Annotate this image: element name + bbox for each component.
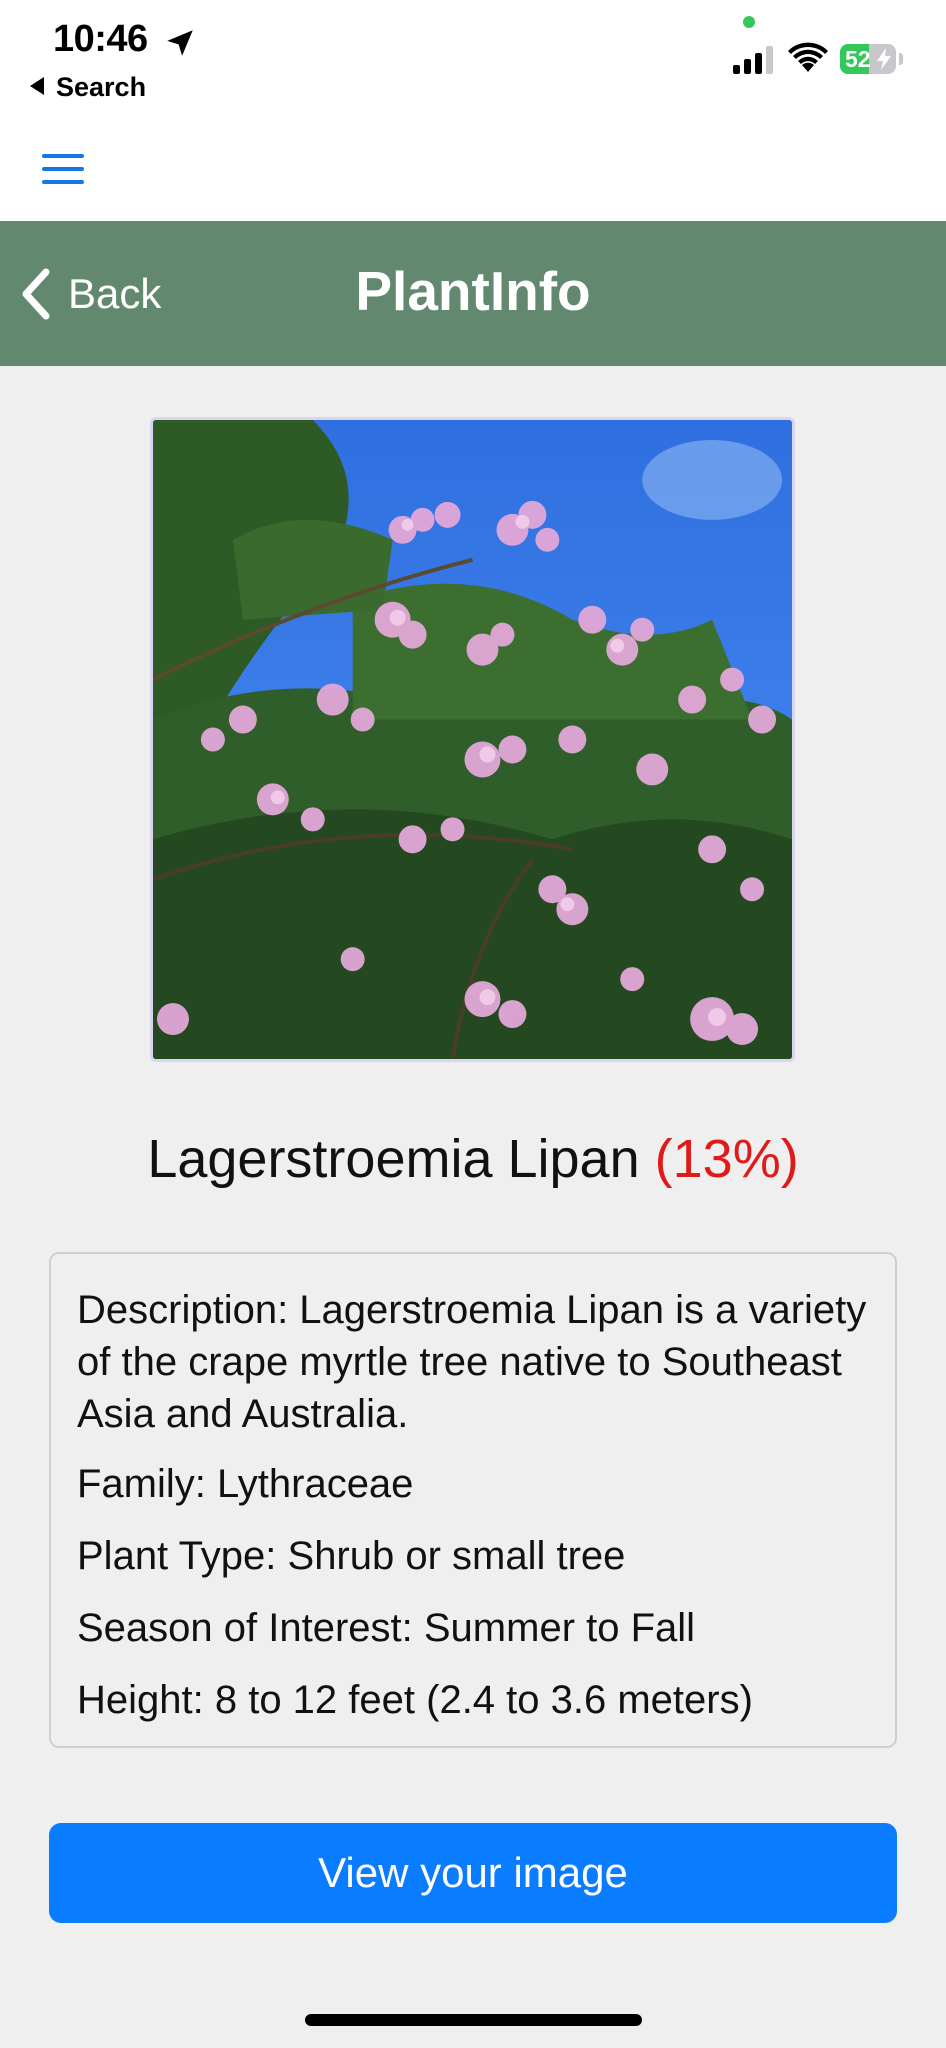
description-text: Description: Lagerstroemia Lipan is a va…	[77, 1288, 867, 1436]
plant-info-box: Description: Lagerstroemia Lipan is a va…	[49, 1252, 897, 1748]
battery-cap	[899, 53, 903, 65]
height-text: Height: 8 to 12 feet (2.4 to 3.6 meters)	[77, 1678, 753, 1722]
battery-icon: 52	[840, 44, 896, 74]
wifi-icon	[788, 42, 828, 72]
view-your-image-button[interactable]: View your image	[49, 1823, 897, 1923]
plant-name: Lagerstroemia Lipan	[147, 1129, 640, 1189]
back-triangle-icon	[30, 77, 44, 95]
family-text: Family: Lythraceae	[77, 1462, 414, 1506]
back-to-app-label: Search	[56, 72, 147, 102]
signal-icon	[733, 46, 773, 74]
location-arrow-icon	[167, 30, 193, 56]
status-bar: 10:46 Search 52	[0, 0, 946, 120]
top-bar	[0, 120, 946, 221]
hamburger-menu-icon[interactable]	[38, 150, 88, 190]
plant-photo	[150, 417, 795, 1062]
crape-myrtle-image	[153, 420, 792, 1059]
status-time: 10:46	[53, 18, 148, 60]
season-text: Season of Interest: Summer to Fall	[77, 1606, 696, 1650]
plant-type-text: Plant Type: Shrub or small tree	[77, 1534, 626, 1578]
back-to-app-link[interactable]: Search	[30, 72, 146, 103]
privacy-indicator-dot	[743, 16, 755, 28]
confidence-percent: (13%)	[654, 1129, 799, 1189]
plant-name-heading: Lagerstroemia Lipan (13%)	[0, 1128, 946, 1190]
home-indicator[interactable]	[305, 2014, 642, 2026]
charging-bolt-icon	[877, 48, 891, 70]
page-title: PlantInfo	[355, 260, 591, 322]
page-header: Back PlantInfo	[0, 221, 946, 366]
